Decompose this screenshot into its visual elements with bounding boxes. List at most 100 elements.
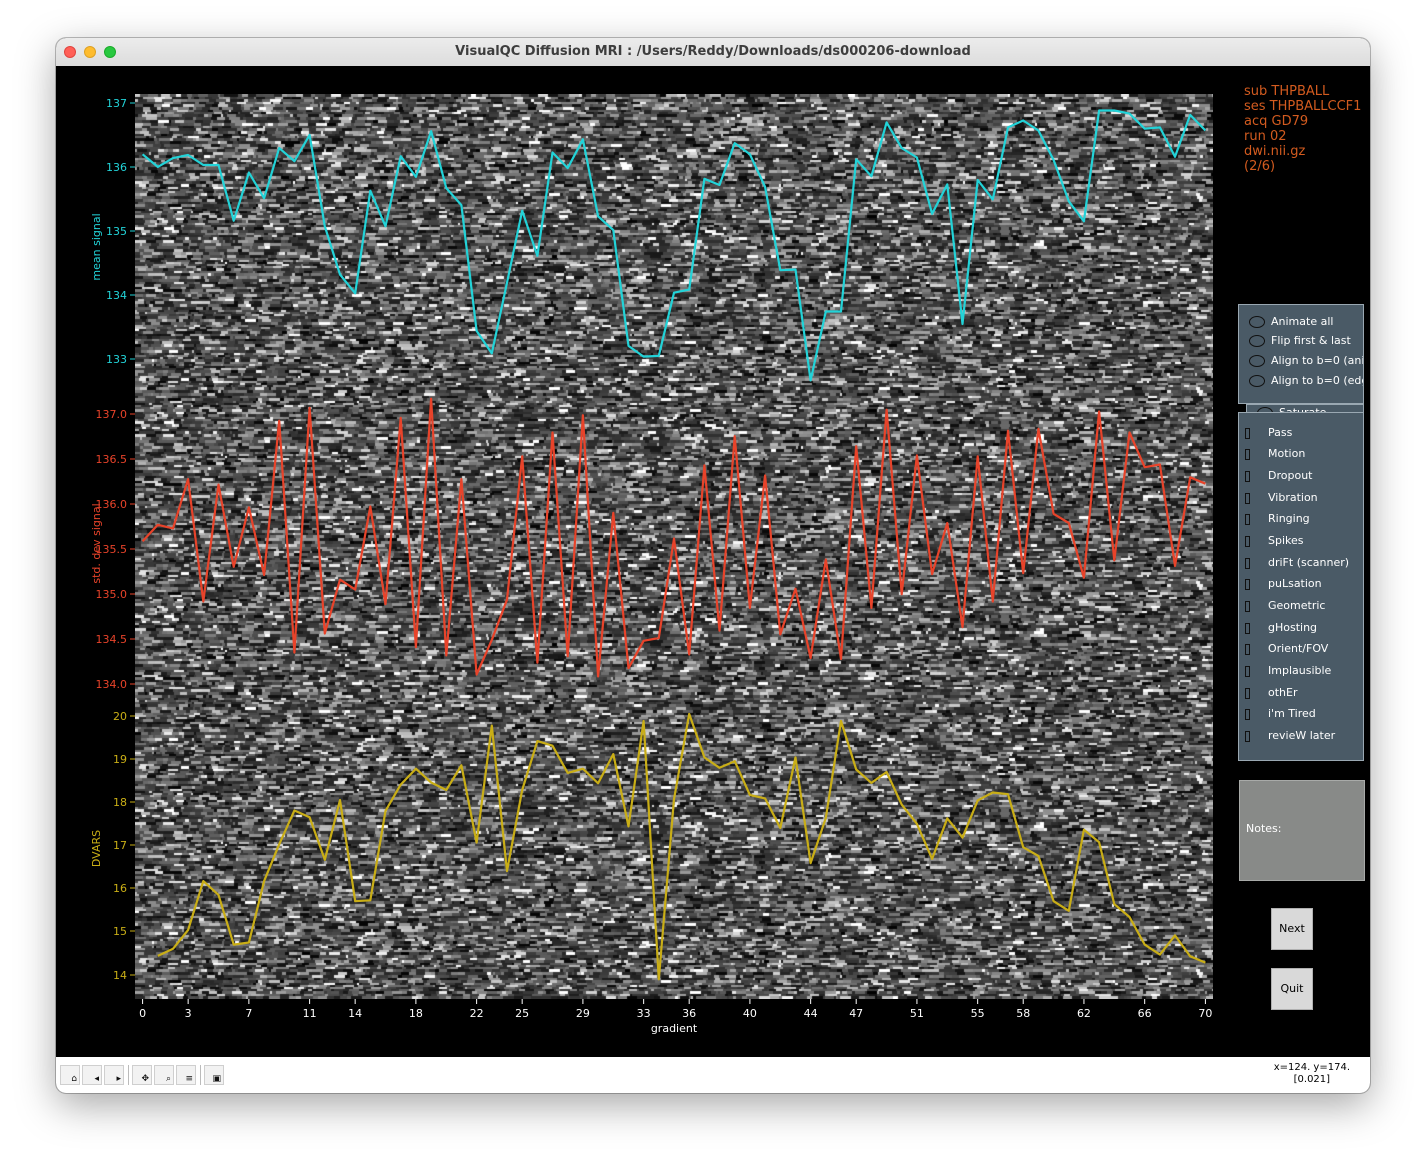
y-tick-label: 18	[113, 796, 127, 809]
radio-flip-first-last[interactable]: Flip first & last	[1249, 334, 1351, 352]
forward-icon[interactable]: ▸	[104, 1065, 124, 1085]
x-tick-label: 70	[1198, 1007, 1212, 1020]
checkbox-tired[interactable]: i'm Tired	[1245, 707, 1316, 725]
radio-circle-icon[interactable]	[1249, 355, 1265, 367]
checkbox-icon[interactable]	[1245, 730, 1250, 742]
notes-label: Notes:	[1246, 822, 1282, 835]
x-tick-label: 18	[409, 1007, 423, 1020]
checkbox-pass[interactable]: Pass	[1245, 426, 1292, 444]
y-tick-label: 135	[106, 225, 127, 238]
next-button[interactable]: Next	[1271, 908, 1313, 950]
checkbox-vibration[interactable]: Vibration	[1245, 491, 1318, 509]
checkbox-icon[interactable]	[1245, 622, 1250, 634]
checkbox-implausible[interactable]: Implausible	[1245, 664, 1331, 682]
app-window: VisualQC Diffusion MRI : /Users/Reddy/Do…	[56, 38, 1370, 1093]
checkbox-drift[interactable]: driFt (scanner)	[1245, 556, 1349, 574]
window-title: VisualQC Diffusion MRI : /Users/Reddy/Do…	[455, 44, 971, 59]
quit-button[interactable]: Quit	[1271, 968, 1313, 1010]
checkbox-icon[interactable]	[1245, 578, 1250, 590]
configure-icon[interactable]: ≡	[176, 1065, 196, 1085]
y-axis-label: mean signal	[90, 213, 103, 280]
x-tick-label: 62	[1077, 1007, 1091, 1020]
home-icon[interactable]: ⌂	[60, 1065, 80, 1085]
checkbox-icon[interactable]	[1245, 643, 1250, 655]
cursor-coordinates: x=124. y=174. [0.021]	[1273, 1062, 1350, 1085]
x-tick-label: 7	[245, 1007, 252, 1020]
y-tick-label: 14	[113, 969, 127, 982]
x-tick-label: 29	[576, 1007, 590, 1020]
toolbar-separator	[200, 1065, 201, 1085]
x-tick-label: 58	[1016, 1007, 1030, 1020]
y-tick-label: 135.0	[96, 588, 128, 601]
checkbox-icon[interactable]	[1245, 427, 1250, 439]
checkbox-geometric[interactable]: Geometric	[1245, 599, 1325, 617]
checkbox-motion[interactable]: Motion	[1245, 447, 1305, 465]
notes-textbox[interactable]: Notes:	[1239, 780, 1365, 881]
pan-icon[interactable]: ✥	[132, 1065, 152, 1085]
y-tick-label: 20	[113, 710, 127, 723]
qc-line-chart: 137136135134133mean signal137.0136.5136.…	[90, 97, 1212, 1035]
title-bar: VisualQC Diffusion MRI : /Users/Reddy/Do…	[56, 38, 1370, 67]
checkbox-icon[interactable]	[1245, 708, 1250, 720]
y-tick-label: 133	[106, 353, 127, 366]
checkbox-dropout[interactable]: Dropout	[1245, 469, 1312, 487]
x-tick-label: 44	[804, 1007, 818, 1020]
y-tick-label: 134.0	[96, 678, 128, 691]
checkbox-icon[interactable]	[1245, 535, 1250, 547]
y-tick-label: 15	[113, 925, 127, 938]
y-tick-label: 136.5	[96, 453, 128, 466]
checkbox-orient-fov[interactable]: Orient/FOV	[1245, 642, 1328, 660]
toolbar-separator	[128, 1065, 129, 1085]
info-line: acq GD79	[1244, 114, 1309, 129]
y-axis-label: DVARS	[90, 830, 103, 867]
zoom-icon[interactable]: ⌕	[154, 1065, 174, 1085]
rating-checkbox-panel: Pass Motion Dropout Vibration Ringing Sp…	[1238, 412, 1364, 761]
checkbox-icon[interactable]	[1245, 470, 1250, 482]
checkbox-ringing[interactable]: Ringing	[1245, 512, 1310, 530]
figure-canvas[interactable]: 137 136 135 134 133 mean signal 137.0 136.5 136.…	[56, 66, 1370, 1057]
info-line: dwi.nii.gz	[1244, 144, 1306, 159]
checkbox-review-later[interactable]: revieW later	[1245, 729, 1335, 747]
checkbox-other[interactable]: othEr	[1245, 686, 1298, 704]
checkbox-icon[interactable]	[1245, 492, 1250, 504]
info-line: run 02	[1244, 129, 1287, 144]
x-tick-label: 0	[139, 1007, 146, 1020]
x-tick-label: 25	[515, 1007, 529, 1020]
x-tick-label: 22	[470, 1007, 484, 1020]
radio-align-b0-edges[interactable]: Align to b=0 (edges	[1249, 374, 1363, 392]
checkbox-icon[interactable]	[1245, 513, 1250, 525]
radio-circle-icon[interactable]	[1249, 316, 1265, 328]
radio-circle-icon[interactable]	[1249, 375, 1265, 387]
subject-info: sub THPBALL ses THPBALLCCF1 acq GD79 run…	[1244, 84, 1361, 174]
y-axis-label: std. dev signal	[90, 503, 103, 583]
checkbox-icon[interactable]	[1245, 600, 1250, 612]
checkbox-icon[interactable]	[1245, 687, 1250, 699]
checkbox-spikes[interactable]: Spikes	[1245, 534, 1304, 552]
checkbox-ghosting[interactable]: gHosting	[1245, 621, 1317, 639]
save-icon[interactable]: ▣	[204, 1065, 224, 1085]
info-line: sub THPBALL	[1244, 84, 1330, 99]
radio-animate-all[interactable]: Animate all	[1249, 315, 1333, 333]
back-icon[interactable]: ◂	[82, 1065, 102, 1085]
x-tick-label: 3	[185, 1007, 192, 1020]
radio-align-b0-animate[interactable]: Align to b=0 (anima	[1249, 354, 1363, 372]
checkbox-pulsation[interactable]: puLsation	[1245, 577, 1322, 595]
checkbox-icon[interactable]	[1245, 448, 1250, 460]
y-tick-label: 17	[113, 839, 127, 852]
radio-circle-icon[interactable]	[1249, 335, 1265, 347]
y-tick-label: 19	[113, 753, 127, 766]
x-tick-label: 55	[971, 1007, 985, 1020]
y-tick-label: 137.0	[96, 408, 128, 421]
x-tick-label: 51	[910, 1007, 924, 1020]
matplotlib-toolbar: ⌂ ◂ ▸ ✥ ⌕ ≡ ▣ x=124. y=174. [0.021]	[56, 1057, 1370, 1093]
y-tick-label: 16	[113, 882, 127, 895]
x-tick-label: 11	[303, 1007, 317, 1020]
checkbox-icon[interactable]	[1245, 665, 1250, 677]
dvars-series-line	[157, 712, 1206, 981]
x-tick-label: 40	[743, 1007, 757, 1020]
x-axis-label: gradient	[651, 1022, 698, 1035]
std-series-line	[141, 397, 1206, 678]
x-tick-label: 14	[348, 1007, 362, 1020]
info-line: ses THPBALLCCF1	[1244, 99, 1362, 114]
checkbox-icon[interactable]	[1245, 557, 1250, 569]
